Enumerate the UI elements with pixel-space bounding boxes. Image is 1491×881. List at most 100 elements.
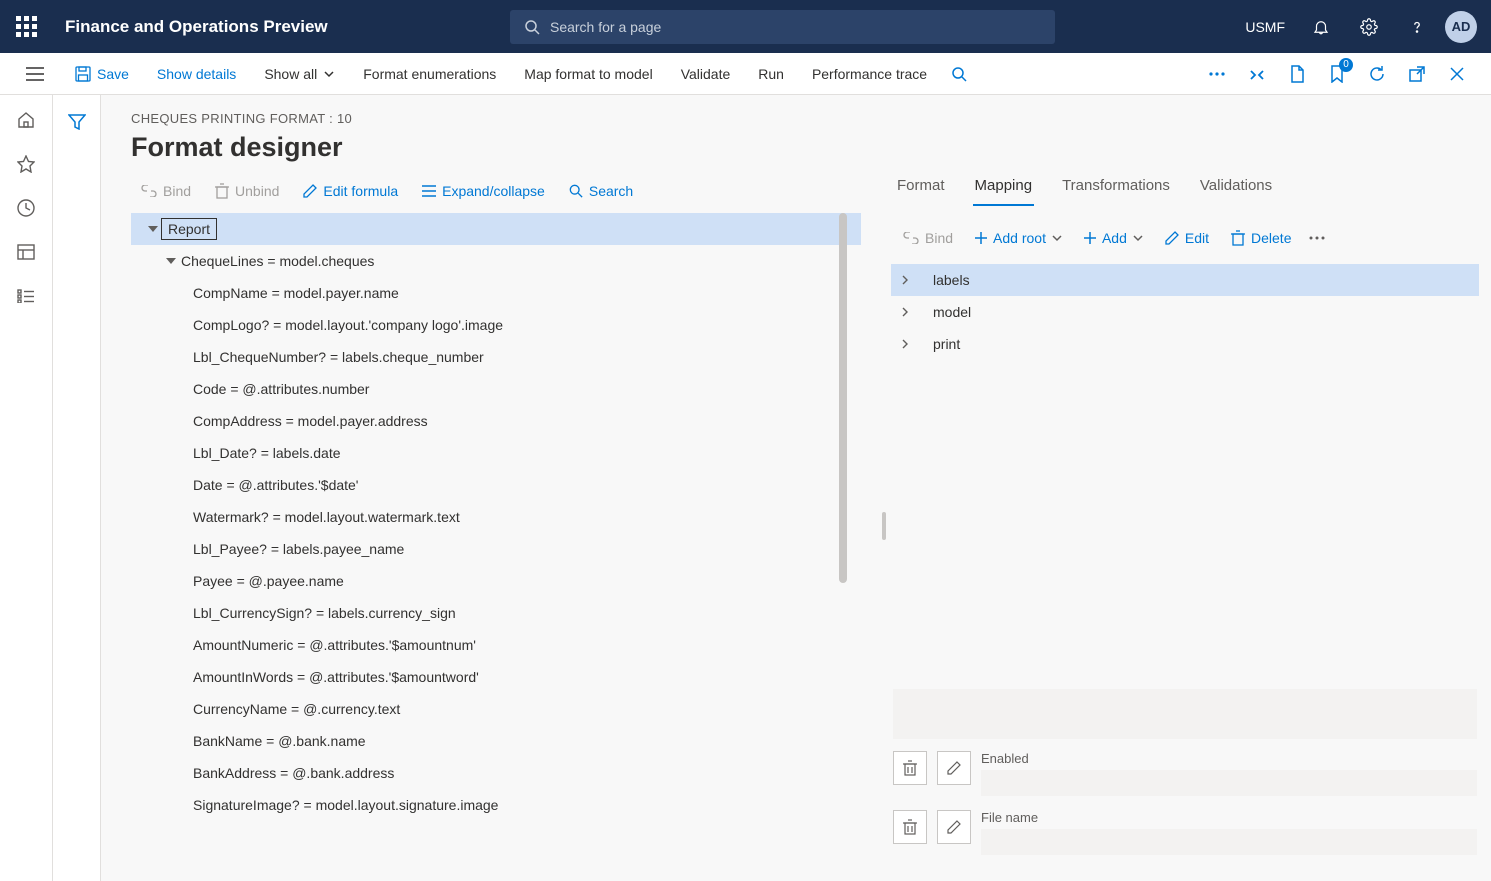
tree-node[interactable]: CompAddress = model.payer.address [131, 405, 861, 437]
expand-collapse-button[interactable]: Expand/collapse [412, 179, 555, 203]
tree-node[interactable]: Lbl_ChequeNumber? = labels.cheque_number [131, 341, 861, 373]
gear-icon [1360, 18, 1378, 36]
tree-node[interactable]: Lbl_CurrencySign? = labels.currency_sign [131, 597, 861, 629]
tree-node[interactable]: CompName = model.payer.name [131, 277, 861, 309]
enabled-field[interactable] [981, 770, 1477, 796]
nav-modules[interactable] [15, 285, 37, 307]
tree-node-label: Lbl_CurrencySign? = labels.currency_sign [191, 605, 456, 621]
search-input[interactable]: Search for a page [510, 10, 1055, 44]
save-button[interactable]: Save [61, 53, 143, 94]
add-button[interactable]: Add [1074, 226, 1153, 250]
tree-node-label: SignatureImage? = model.layout.signature… [191, 797, 498, 813]
related-button[interactable] [1239, 56, 1275, 92]
run-button[interactable]: Run [744, 53, 798, 94]
splitter[interactable] [877, 171, 891, 881]
help-button[interactable] [1397, 7, 1437, 47]
tree-node[interactable]: CurrencyName = @.currency.text [131, 693, 861, 725]
unbind-button: Unbind [205, 179, 289, 203]
tab-mapping[interactable]: Mapping [973, 171, 1035, 206]
validate-button[interactable]: Validate [667, 53, 745, 94]
close-button[interactable] [1439, 56, 1475, 92]
company-picker[interactable]: USMF [1237, 7, 1293, 47]
datasource-tree: labels model print [891, 264, 1479, 360]
star-icon [17, 155, 35, 173]
nav-home[interactable] [15, 109, 37, 131]
tree-search-button[interactable]: Search [559, 179, 643, 203]
edit-button[interactable]: Edit [1155, 226, 1219, 250]
tree-node[interactable]: Code = @.attributes.number [131, 373, 861, 405]
mapping-more-button[interactable] [1303, 232, 1331, 244]
map-format-to-model-button[interactable]: Map format to model [510, 53, 666, 94]
datasource-model[interactable]: model [891, 296, 1479, 328]
refresh-button[interactable] [1359, 56, 1395, 92]
avatar[interactable]: AD [1445, 11, 1477, 43]
help-icon [1408, 18, 1426, 36]
tree-node-label: CompName = model.payer.name [191, 285, 399, 301]
tree-node-report[interactable]: Report [131, 213, 861, 245]
notifications-button[interactable] [1301, 7, 1341, 47]
tree-node-label: Lbl_Date? = labels.date [191, 445, 341, 461]
popout-icon [1409, 66, 1425, 82]
summary-field [893, 689, 1477, 739]
plus-icon [1084, 232, 1096, 244]
datasource-labels[interactable]: labels [891, 264, 1479, 296]
filename-edit-button[interactable] [937, 810, 971, 844]
chevron-down-icon [323, 68, 335, 80]
document-icon [1289, 65, 1305, 83]
app-launcher[interactable] [0, 16, 53, 37]
hamburger-button[interactable] [8, 53, 61, 95]
tree-node[interactable]: Lbl_Payee? = labels.payee_name [131, 533, 861, 565]
more-icon [1309, 236, 1325, 240]
nav-favorites[interactable] [15, 153, 37, 175]
show-details-button[interactable]: Show details [143, 53, 250, 94]
attachments-button[interactable] [1279, 56, 1315, 92]
enabled-delete-button[interactable] [893, 751, 927, 785]
tree-node[interactable]: SignatureImage? = model.layout.signature… [131, 789, 861, 821]
filter-button[interactable] [66, 111, 88, 133]
datasource-print[interactable]: print [891, 328, 1479, 360]
tree-node[interactable]: Date = @.attributes.'$date' [131, 469, 861, 501]
enabled-edit-button[interactable] [937, 751, 971, 785]
popout-button[interactable] [1399, 56, 1435, 92]
format-tree: Report ChequeLines = model.cheques CompN… [131, 213, 861, 821]
add-root-button[interactable]: Add root [965, 226, 1072, 250]
tab-format[interactable]: Format [895, 171, 947, 206]
tree-node[interactable]: BankName = @.bank.name [131, 725, 861, 757]
tree-node[interactable]: CompLogo? = model.layout.'company logo'.… [131, 309, 861, 341]
tree-node-chequelines[interactable]: ChequeLines = model.cheques [131, 245, 861, 277]
edit-formula-button[interactable]: Edit formula [293, 179, 408, 203]
filename-delete-button[interactable] [893, 810, 927, 844]
home-icon [17, 111, 35, 129]
scrollbar[interactable] [839, 213, 847, 583]
breadcrumb: CHEQUES PRINTING FORMAT : 10 [131, 111, 1461, 126]
right-tabs: Format Mapping Transformations Validatio… [891, 171, 1479, 216]
tree-node[interactable]: BankAddress = @.bank.address [131, 757, 861, 789]
find-button[interactable] [941, 53, 977, 94]
tree-node-label: CompAddress = model.payer.address [191, 413, 428, 429]
format-enumerations-button[interactable]: Format enumerations [349, 53, 510, 94]
modules-icon [17, 289, 35, 303]
tree-node-label: Payee = @.payee.name [191, 573, 344, 589]
performance-trace-button[interactable]: Performance trace [798, 53, 941, 94]
tree-node-label: Lbl_ChequeNumber? = labels.cheque_number [191, 349, 484, 365]
delete-button[interactable]: Delete [1221, 226, 1301, 250]
plus-icon [975, 232, 987, 244]
tab-transformations[interactable]: Transformations [1060, 171, 1172, 206]
trash-icon [215, 183, 229, 199]
top-header: Finance and Operations Preview Search fo… [0, 0, 1491, 53]
close-icon [1450, 67, 1464, 81]
tree-node[interactable]: Lbl_Date? = labels.date [131, 437, 861, 469]
tab-validations[interactable]: Validations [1198, 171, 1274, 206]
settings-button[interactable] [1349, 7, 1389, 47]
messages-button[interactable]: 0 [1319, 56, 1355, 92]
nav-workspaces[interactable] [15, 241, 37, 263]
more-actions-button[interactable] [1199, 56, 1235, 92]
tree-node[interactable]: AmountNumeric = @.attributes.'$amountnum… [131, 629, 861, 661]
show-all-button[interactable]: Show all [250, 53, 349, 94]
nav-recent[interactable] [15, 197, 37, 219]
tree-node[interactable]: Payee = @.payee.name [131, 565, 861, 597]
tree-node-label: Code = @.attributes.number [191, 381, 369, 397]
tree-node[interactable]: AmountInWords = @.attributes.'$amountwor… [131, 661, 861, 693]
filename-field[interactable] [981, 829, 1477, 855]
tree-node[interactable]: Watermark? = model.layout.watermark.text [131, 501, 861, 533]
